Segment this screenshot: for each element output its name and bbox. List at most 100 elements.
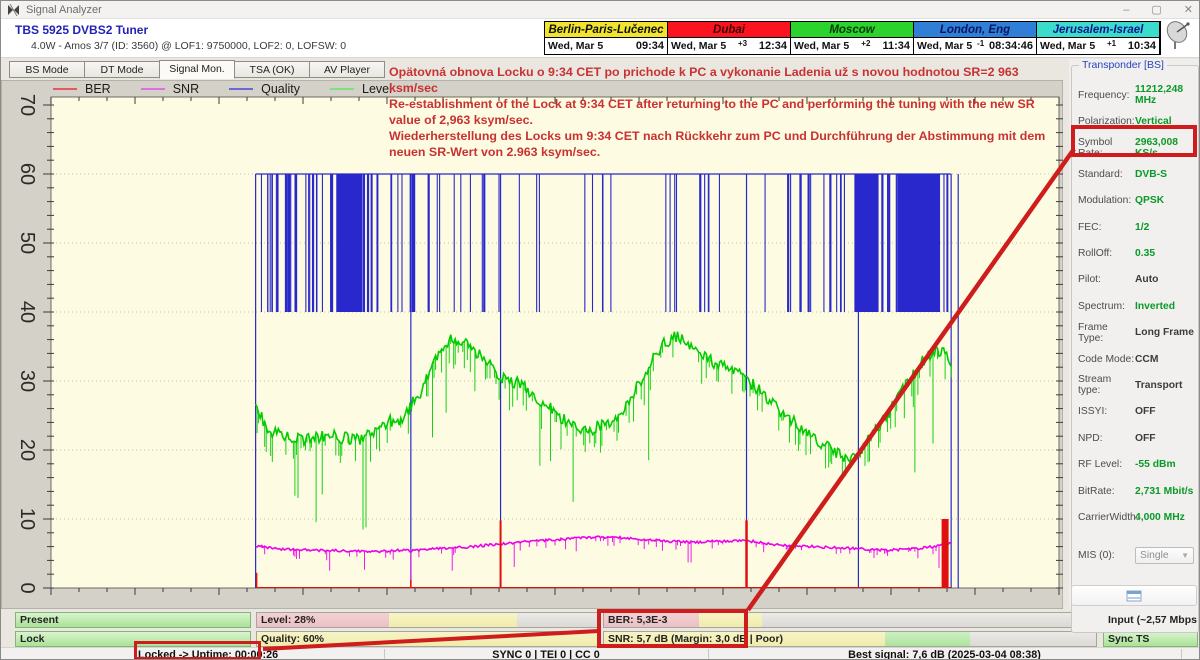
- annotation-line: value of 2,963 ksym/sec.: [389, 112, 1045, 128]
- clock-cell: Jerusalem-Israel Wed, Mar 5 +1 10:34: [1037, 22, 1160, 54]
- clock-utc-offset: -1: [972, 39, 989, 48]
- legend-item: Level: [330, 82, 392, 96]
- input-bitrate-indicator: Input (~2,57 Mbps): [1103, 612, 1198, 628]
- chevron-down-icon: ▼: [1181, 551, 1189, 560]
- clock-city: Berlin-Paris-Lučenec: [545, 22, 667, 38]
- tab[interactable]: BS Mode: [9, 61, 85, 78]
- mode-tabs: BS ModeDT ModeSignal Mon.TSA (OK)AV Play…: [9, 61, 384, 79]
- title-bar: Signal Analyzer – ▢ ✕: [1, 1, 1200, 19]
- close-icon[interactable]: ✕: [1184, 3, 1193, 16]
- tuner-subtitle: 4.0W - Amos 3/7 (ID: 3560) @ LOF1: 97500…: [31, 40, 346, 52]
- transponder-sidebar: Transponder [BS] Frequency: 11212,248 MH…: [1069, 59, 1200, 609]
- clock-cell: Berlin-Paris-Lučenec Wed, Mar 5 09:34: [545, 22, 668, 54]
- lock-indicator: Lock: [15, 631, 251, 647]
- annotation-line: Opätovná obnova Locku o 9:34 CET po pric…: [389, 64, 1045, 80]
- svg-text:0: 0: [16, 582, 38, 593]
- minimize-icon[interactable]: –: [1123, 4, 1129, 16]
- tab[interactable]: AV Player: [309, 61, 385, 78]
- svg-text:30: 30: [16, 370, 38, 392]
- world-clocks: Berlin-Paris-Lučenec Wed, Mar 5 09:34 Du…: [544, 21, 1161, 55]
- svg-text:20: 20: [16, 439, 38, 461]
- ber-meter: BER: 5,3E-3: [603, 612, 1097, 628]
- clock-time: 11:34: [882, 40, 910, 52]
- transponder-row: Pilot: Auto: [1078, 267, 1194, 293]
- svg-text:10: 10: [16, 508, 38, 530]
- transponder-row: RollOff: 0.35: [1078, 240, 1194, 266]
- transponder-row: Spectrum: Inverted: [1078, 293, 1194, 319]
- mis-dropdown[interactable]: Single ▼: [1135, 547, 1194, 564]
- signal-analyzer-window: Signal Analyzer – ▢ ✕ TBS 5925 DVBS2 Tun…: [0, 0, 1200, 660]
- mis-row: MIS (0): Single ▼: [1078, 543, 1194, 569]
- annotation-line: ksm/sec: [389, 80, 1045, 96]
- transponder-row: Frame Type: Long Frame: [1078, 320, 1194, 346]
- transponder-groupbox: Transponder [BS] Frequency: 11212,248 MH…: [1071, 65, 1199, 633]
- clock-cell: Moscow Wed, Mar 5 +2 11:34: [791, 22, 914, 54]
- tab[interactable]: DT Mode: [84, 61, 160, 78]
- clock-date: Wed, Mar 5: [548, 40, 603, 52]
- transponder-row: Symbol Rate: 2963,008 KS/s: [1078, 135, 1194, 161]
- clock-city: Dubai: [668, 22, 790, 38]
- annotation-line: neuen SR-Wert von 2.963 ksym/sec.: [389, 144, 1045, 160]
- legend-line-swatch: [330, 88, 354, 90]
- transponder-row: Modulation: QPSK: [1078, 188, 1194, 214]
- clock-cell: Dubai Wed, Mar 5 +3 12:34: [668, 22, 791, 54]
- clock-utc-offset: +1: [1095, 39, 1128, 48]
- maximize-icon[interactable]: ▢: [1151, 3, 1161, 16]
- app-icon: [7, 4, 20, 16]
- clock-city: Moscow: [791, 22, 913, 38]
- clock-date: Wed, Mar 5: [917, 40, 972, 52]
- legend-item: Quality: [229, 82, 300, 96]
- window-mini-icon: [1126, 590, 1142, 602]
- clock-time: 10:34: [1128, 40, 1156, 52]
- clock-date: Wed, Mar 5: [794, 40, 849, 52]
- legend-line-swatch: [229, 88, 253, 90]
- header: TBS 5925 DVBS2 Tuner 4.0W - Amos 3/7 (ID…: [1, 19, 1200, 58]
- legend-item: BER: [53, 82, 111, 96]
- tab[interactable]: TSA (OK): [234, 61, 310, 78]
- clock-date: Wed, Mar 5: [1040, 40, 1095, 52]
- transponder-row: Standard: DVB-S: [1078, 161, 1194, 187]
- transponder-row: Code Mode: CCM: [1078, 346, 1194, 372]
- clock-time: 12:34: [759, 40, 787, 52]
- clock-cell: London, Eng Wed, Mar 5 -1 08:34:46: [914, 22, 1037, 54]
- annotation-text: Opätovná obnova Locku o 9:34 CET po pric…: [389, 64, 1045, 161]
- sync-ts-indicator: Sync TS: [1103, 631, 1198, 647]
- clock-date: Wed, Mar 5: [671, 40, 726, 52]
- clock-time: 09:34: [636, 40, 664, 52]
- snr-meter: SNR: 5,7 dB (Margin: 3,0 dB | Poor): [603, 631, 1097, 647]
- mis-label: MIS (0):: [1078, 550, 1135, 561]
- quality-meter: Quality: 60%: [256, 631, 599, 647]
- transponder-title: Transponder [BS]: [1079, 59, 1167, 71]
- clock-utc-offset: +2: [849, 39, 882, 48]
- svg-text:40: 40: [16, 301, 38, 323]
- legend-line-swatch: [141, 88, 165, 90]
- svg-text:60: 60: [16, 163, 38, 185]
- clock-time: 08:34:46: [989, 40, 1033, 52]
- transponder-row: Stream type: Transport: [1078, 372, 1194, 398]
- transponder-row: BitRate: 2,731 Mbit/s: [1078, 478, 1194, 504]
- sidebar-action-button[interactable]: [1071, 585, 1197, 606]
- clock-city: London, Eng: [914, 22, 1036, 38]
- sync-counters-status: SYNC 0 | TEI 0 | CC 0: [384, 648, 708, 660]
- best-signal-status: Best signal: 7,6 dB (2025-03-04 08:38): [708, 648, 1181, 660]
- legend-line-swatch: [53, 88, 77, 90]
- satellite-dish-icon: [1165, 21, 1191, 51]
- transponder-row: NPD: OFF: [1078, 425, 1194, 451]
- transponder-row: RF Level: -55 dBm: [1078, 451, 1194, 477]
- clock-utc-offset: +3: [726, 39, 759, 48]
- lock-uptime-status: Locked -> Uptime: 00:00:26: [138, 648, 260, 660]
- annotation-line: Wiederherstellung des Locks um 9:34 CET …: [389, 128, 1045, 144]
- annotation-line: Re-establishment of the Lock at 9:34 CET…: [389, 96, 1045, 112]
- status-bar: Locked -> Uptime: 00:00:26 SYNC 0 | TEI …: [1, 647, 1200, 660]
- transponder-row: FEC: 1/2: [1078, 214, 1194, 240]
- level-meter: Level: 28%: [256, 612, 599, 628]
- transponder-row: CarrierWidth: 4,000 MHz: [1078, 504, 1194, 530]
- transponder-row: ISSYI: OFF: [1078, 399, 1194, 425]
- clock-city: Jerusalem-Israel: [1037, 22, 1159, 38]
- present-indicator: Present: [15, 612, 251, 628]
- svg-text:50: 50: [16, 232, 38, 254]
- transponder-row: Frequency: 11212,248 MHz: [1078, 82, 1194, 108]
- tab[interactable]: Signal Mon.: [159, 60, 235, 79]
- tuner-title: TBS 5925 DVBS2 Tuner: [15, 23, 148, 37]
- transponder-row: Polarization: Vertical: [1078, 108, 1194, 134]
